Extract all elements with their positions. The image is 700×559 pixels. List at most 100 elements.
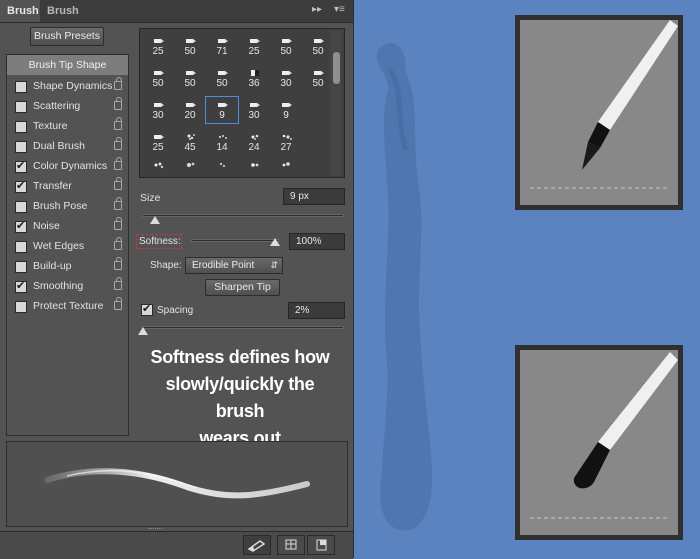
brush-tip-cell[interactable]: 25	[142, 129, 174, 155]
lock-icon[interactable]	[114, 137, 122, 150]
sidebar-item-brush-tip-shape[interactable]: Brush Tip Shape	[7, 55, 128, 75]
panel-menu-icon[interactable]: ▾≡	[334, 4, 345, 18]
size-slider-thumb[interactable]	[150, 216, 160, 224]
brush-tip-cell[interactable]: 27	[270, 129, 302, 155]
shape-dynamics-checkbox[interactable]	[15, 81, 27, 93]
sidebar-item-smoothing[interactable]: Smoothing	[7, 277, 128, 297]
sidebar-item-dual-brush[interactable]: Dual Brush	[7, 137, 128, 157]
brush-size-label: 50	[280, 46, 292, 57]
brush-presets-button[interactable]: Brush Presets	[30, 27, 104, 46]
transfer-checkbox[interactable]	[15, 179, 27, 193]
shape-dropdown-value: Erodible Point	[192, 260, 255, 271]
brush-tip-cell[interactable]: 20	[174, 97, 206, 123]
brush-tip-cell[interactable]	[206, 157, 238, 177]
noise-checkbox[interactable]	[15, 219, 27, 233]
lock-icon[interactable]	[114, 277, 122, 290]
texture-checkbox[interactable]	[15, 121, 27, 133]
spacing-checkbox[interactable]	[141, 302, 153, 316]
pencil-tip-icon	[218, 39, 228, 43]
sidebar-item-scattering[interactable]: Scattering	[7, 97, 128, 117]
brush-tip-cell[interactable]: 14	[206, 129, 238, 155]
brush-tip-cell[interactable]: 25	[238, 33, 270, 59]
sidebar-item-wet-edges[interactable]: Wet Edges	[7, 237, 128, 257]
protect-texture-checkbox[interactable]	[15, 301, 27, 313]
brush-tip-cell-selected[interactable]: 9	[205, 96, 239, 124]
brush-tip-cell[interactable]: 71	[206, 33, 238, 59]
spacing-field[interactable]: 2%	[288, 302, 345, 319]
lock-icon[interactable]	[114, 157, 122, 170]
lock-icon[interactable]	[114, 117, 122, 130]
brush-grid-toggle-icon[interactable]	[277, 535, 305, 555]
brush-tip-cell[interactable]: 30	[270, 65, 302, 91]
tab-brush-presets[interactable]: Brush Presets	[40, 0, 120, 39]
brush-size-label: 14	[216, 142, 228, 153]
build-up-checkbox[interactable]	[15, 261, 27, 273]
spacing-slider[interactable]	[142, 326, 344, 329]
sharpen-tip-button[interactable]: Sharpen Tip	[205, 279, 280, 296]
dual-brush-checkbox[interactable]	[15, 141, 27, 153]
new-brush-preset-icon[interactable]	[307, 535, 335, 555]
tab-brush[interactable]: Brush	[0, 0, 40, 22]
brush-tip-cell[interactable]	[174, 157, 206, 177]
lock-icon[interactable]	[114, 197, 122, 210]
wet-edges-checkbox[interactable]	[15, 241, 27, 253]
brush-tip-cell[interactable]: 30	[238, 97, 270, 123]
brush-tip-cell[interactable]: 45	[174, 129, 206, 155]
size-field[interactable]: 9 px	[283, 188, 345, 205]
brush-tip-cell[interactable]: 9	[270, 97, 302, 123]
brush-tip-cell[interactable]: 30	[142, 97, 174, 123]
lock-icon[interactable]	[114, 97, 122, 110]
collapse-icon[interactable]: ▸▸	[312, 4, 322, 18]
spacing-slider-thumb[interactable]	[138, 327, 148, 335]
lock-icon[interactable]	[114, 217, 122, 230]
shape-dropdown[interactable]: Erodible Point ⇵	[185, 257, 283, 274]
brush-tip-cell[interactable]	[270, 157, 302, 177]
brush-tip-cell[interactable]	[142, 157, 174, 177]
splatter-tip-icon	[187, 162, 195, 167]
resize-grip-icon[interactable]	[148, 528, 162, 531]
brush-tip-cell[interactable]: 25	[142, 33, 174, 59]
softness-slider[interactable]	[191, 239, 279, 242]
sidebar-item-transfer[interactable]: Transfer	[7, 177, 128, 197]
brush-grid-scroll-thumb[interactable]	[333, 52, 340, 84]
lock-icon[interactable]	[114, 177, 122, 190]
toggle-live-tip-icon[interactable]	[243, 535, 271, 555]
lock-icon[interactable]	[114, 257, 122, 270]
sidebar-item-brush-pose[interactable]: Brush Pose	[7, 197, 128, 217]
brush-tip-cell[interactable]: 24	[238, 129, 270, 155]
sidebar-item-protect-texture[interactable]: Protect Texture	[7, 297, 128, 317]
sidebar-item-label: Brush Pose	[33, 200, 88, 212]
sidebar-item-texture[interactable]: Texture	[7, 117, 128, 137]
brush-tip-cell[interactable]: 36	[238, 65, 270, 91]
brush-tip-cell[interactable]	[238, 157, 270, 177]
brush-size-label: 9	[219, 110, 225, 121]
sidebar-item-color-dynamics[interactable]: Color Dynamics	[7, 157, 128, 177]
brush-pose-checkbox[interactable]	[15, 201, 27, 213]
brush-size-label: 36	[248, 78, 260, 89]
pencil-tip-icon	[154, 135, 164, 139]
lock-icon[interactable]	[114, 237, 122, 250]
sidebar-item-build-up[interactable]: Build-up	[7, 257, 128, 277]
pencil-tip-icon	[314, 71, 324, 75]
block-tip-icon	[251, 70, 259, 76]
color-dynamics-checkbox[interactable]	[15, 159, 27, 173]
brush-panel: Brush Brush Presets ▸▸ ▾≡ Brush Presets …	[0, 0, 354, 559]
brush-tip-cell[interactable]: 50	[206, 65, 238, 91]
pencil-tip-icon	[250, 103, 260, 107]
softness-slider-thumb[interactable]	[270, 238, 280, 246]
brush-tip-cell[interactable]: 50	[270, 33, 302, 59]
sidebar-item-shape-dynamics[interactable]: Shape Dynamics	[7, 77, 128, 97]
smoothing-checkbox[interactable]	[15, 279, 27, 293]
brush-tip-thumbnail-sharp	[515, 15, 683, 210]
brush-tip-cell[interactable]: 50	[142, 65, 174, 91]
brush-size-label: 50	[216, 78, 228, 89]
sidebar-item-noise[interactable]: Noise	[7, 217, 128, 237]
size-slider[interactable]	[142, 214, 344, 217]
lock-icon[interactable]	[114, 297, 122, 310]
scattering-checkbox[interactable]	[15, 101, 27, 113]
lock-icon[interactable]	[114, 77, 122, 90]
sidebar-item-label: Dual Brush	[33, 140, 85, 152]
softness-field[interactable]: 100%	[289, 233, 345, 250]
brush-tip-cell[interactable]: 50	[174, 33, 206, 59]
brush-tip-cell[interactable]: 50	[174, 65, 206, 91]
